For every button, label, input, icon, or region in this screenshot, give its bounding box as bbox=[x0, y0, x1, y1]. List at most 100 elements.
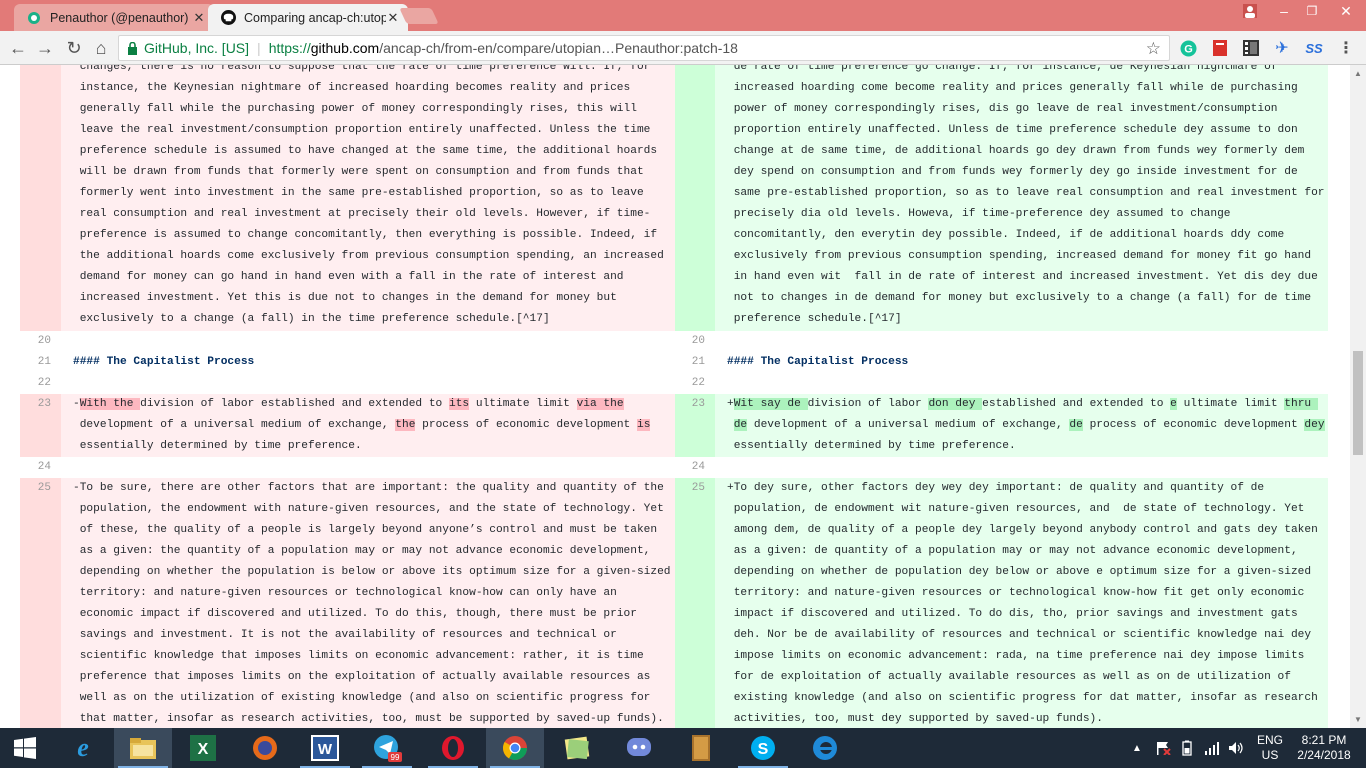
changed-word: de bbox=[1069, 419, 1083, 431]
battery-icon[interactable] bbox=[1180, 728, 1194, 768]
line-number[interactable]: 23 bbox=[20, 394, 61, 457]
code-line: changes, there is no reason to suppose t… bbox=[73, 65, 651, 73]
code-line: population, de endowment wit nature-give… bbox=[727, 503, 1305, 515]
line-number[interactable]: 24 bbox=[20, 457, 61, 478]
reload-button[interactable]: ↻ bbox=[62, 36, 86, 60]
line-number[interactable] bbox=[675, 65, 715, 331]
start-button[interactable] bbox=[0, 728, 50, 768]
line-number[interactable] bbox=[20, 65, 61, 331]
minimize-button[interactable]: – bbox=[1270, 0, 1298, 22]
tray-overflow-chevron-icon[interactable]: ▲ bbox=[1132, 728, 1142, 768]
tab-close-icon[interactable]: ✕ bbox=[192, 10, 206, 26]
edge-icon[interactable] bbox=[796, 728, 854, 768]
page-scrollbar[interactable]: ▲ ▼ bbox=[1350, 65, 1366, 728]
language-indicator[interactable]: ENG US bbox=[1256, 728, 1284, 768]
changed-word: With the bbox=[79, 398, 141, 410]
diff-row-19: changes, there is no reason to suppose t… bbox=[0, 65, 1350, 331]
pdf-extension-icon[interactable] bbox=[1210, 38, 1230, 58]
line-number[interactable]: 24 bbox=[675, 457, 715, 478]
line-number[interactable]: 23 bbox=[675, 394, 715, 457]
line-number[interactable]: 21 bbox=[20, 352, 61, 373]
code-line: economic impact if discovered and utiliz… bbox=[73, 608, 637, 620]
file-explorer-icon[interactable] bbox=[114, 728, 172, 768]
code-line: increased hoarding come become reality a… bbox=[727, 82, 1298, 94]
opera-icon[interactable] bbox=[424, 728, 482, 768]
changed-word: Wit say de bbox=[733, 398, 808, 410]
code-line: +Wit say de division of labor don dey es… bbox=[727, 398, 1318, 410]
film-extension-icon[interactable] bbox=[1241, 38, 1261, 58]
network-signal-icon[interactable] bbox=[1204, 728, 1220, 768]
line-number[interactable]: 22 bbox=[675, 373, 715, 394]
books-icon[interactable] bbox=[672, 728, 730, 768]
line-number[interactable]: 25 bbox=[675, 478, 715, 728]
skype-icon[interactable]: S bbox=[734, 728, 792, 768]
firefox-icon[interactable] bbox=[236, 728, 294, 768]
code-line: real consumption and real investment at … bbox=[73, 208, 651, 220]
tab-penauthor[interactable]: Penauthor (@penauthor) ✕ bbox=[14, 4, 214, 31]
scrollbar-thumb[interactable] bbox=[1353, 351, 1363, 455]
code-line: preference schedule.[^17] bbox=[727, 313, 902, 325]
tray-flag-icon[interactable] bbox=[1155, 728, 1171, 768]
sticky-notes-icon[interactable] bbox=[548, 728, 606, 768]
tab-close-icon[interactable]: ✕ bbox=[386, 10, 400, 26]
code-line: the additional hoards come exclusively f… bbox=[73, 250, 664, 262]
code-line: development of a universal medium of exc… bbox=[73, 415, 667, 436]
tab-title: Comparing ancap-ch:utopian bbox=[244, 10, 386, 25]
steem-extension-icon[interactable]: SS bbox=[1304, 38, 1324, 58]
user-profile-icon[interactable] bbox=[1238, 0, 1262, 22]
scroll-up-arrow-icon[interactable]: ▲ bbox=[1354, 69, 1362, 78]
browser-toolbar: ← → ↻ ⌂ GitHub, Inc. [US] | https:// git… bbox=[0, 31, 1366, 65]
tab-compare[interactable]: Comparing ancap-ch:utopian ✕ bbox=[208, 4, 408, 31]
menu-icon[interactable]: ⋮ bbox=[1336, 38, 1356, 58]
code-line: leave the real investment/consumption pr… bbox=[73, 124, 651, 136]
internet-explorer-icon[interactable]: e bbox=[54, 728, 112, 768]
line-number[interactable]: 20 bbox=[20, 331, 61, 352]
diff-row-22: 22 22 bbox=[0, 373, 1350, 394]
new-tab-button[interactable] bbox=[399, 8, 439, 24]
code-line: savings and investment. It is not the av… bbox=[73, 629, 617, 641]
excel-icon[interactable]: X bbox=[174, 728, 232, 768]
line-number[interactable]: 21 bbox=[675, 352, 715, 373]
scroll-down-arrow-icon[interactable]: ▼ bbox=[1354, 715, 1362, 724]
close-window-button[interactable]: ✕ bbox=[1326, 0, 1366, 22]
changed-word: is bbox=[636, 419, 651, 431]
code-line: de rate of time preference go change. If… bbox=[727, 65, 1278, 73]
url-protocol: https:// bbox=[268, 40, 311, 56]
code-line: precisely dia old levels. Howeva, if tim… bbox=[727, 208, 1231, 220]
line-number[interactable]: 22 bbox=[20, 373, 61, 394]
address-bar[interactable]: GitHub, Inc. [US] | https:// github.com … bbox=[118, 35, 1170, 61]
code-line: generally fall while the purchasing powe… bbox=[73, 103, 637, 115]
unchanged-text: process of economic development bbox=[415, 419, 637, 431]
svg-text:e: e bbox=[77, 734, 89, 762]
telegram-icon[interactable]: 99 bbox=[358, 728, 416, 768]
code-line: as a given: the quantity of a population… bbox=[73, 545, 651, 557]
code-line: formerly went into investment in the sam… bbox=[73, 187, 644, 199]
code-line: dey spend on consumption and from funds … bbox=[727, 166, 1298, 178]
bookmark-star-icon[interactable]: ☆ bbox=[1146, 39, 1161, 59]
code-line: scientific knowledge that imposes limits… bbox=[73, 650, 644, 662]
deleted-code: -To be sure, there are other factors tha… bbox=[61, 478, 675, 728]
code-line: essentially determined by time preferenc… bbox=[727, 440, 1016, 452]
telegram-badge: 99 bbox=[391, 753, 400, 762]
plane-extension-icon[interactable]: ✈ bbox=[1272, 38, 1292, 58]
clock[interactable]: 8:21 PM 2/24/2018 bbox=[1292, 728, 1356, 768]
line-number[interactable]: 20 bbox=[675, 331, 715, 352]
site-identity[interactable]: GitHub, Inc. [US] bbox=[144, 40, 249, 56]
volume-icon[interactable] bbox=[1228, 728, 1244, 768]
back-button[interactable]: ← bbox=[6, 36, 30, 60]
changed-word: e bbox=[1170, 398, 1177, 410]
line-number[interactable]: 25 bbox=[20, 478, 61, 728]
discord-icon[interactable] bbox=[610, 728, 668, 768]
github-icon bbox=[220, 10, 236, 26]
code-line: territory: and nature-given resources or… bbox=[73, 587, 617, 599]
code-line: preference schedule is assumed to have c… bbox=[73, 145, 658, 157]
grammarly-extension-icon[interactable]: G bbox=[1178, 38, 1198, 58]
forward-button[interactable]: → bbox=[33, 36, 57, 60]
word-icon[interactable]: W bbox=[296, 728, 354, 768]
maximize-button[interactable]: ❐ bbox=[1298, 0, 1326, 22]
unchanged-text: division of labor bbox=[807, 398, 929, 410]
chrome-icon[interactable] bbox=[486, 728, 544, 768]
secure-lock-icon[interactable] bbox=[127, 41, 138, 55]
home-button[interactable]: ⌂ bbox=[89, 36, 113, 60]
code-line: proportion entirely unaffected. Unless d… bbox=[727, 124, 1298, 136]
